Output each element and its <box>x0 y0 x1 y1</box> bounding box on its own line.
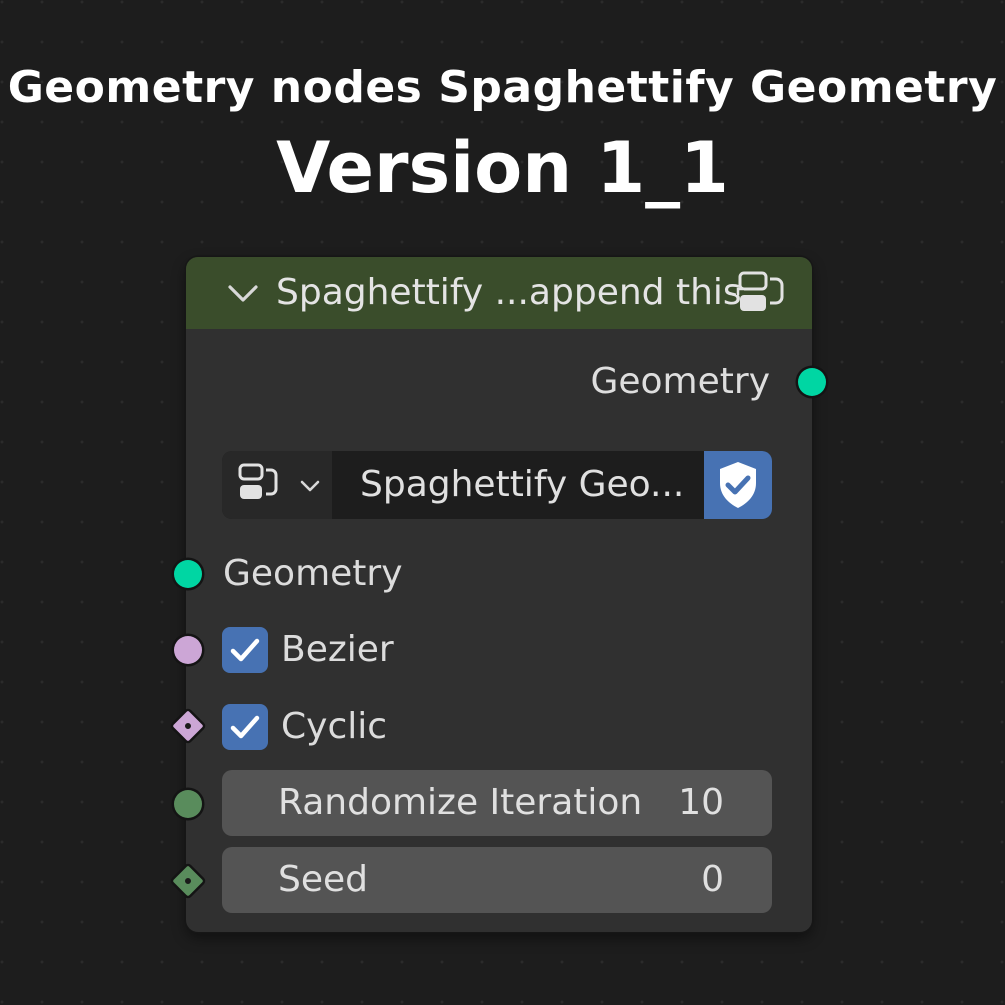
cyclic-label: Cyclic <box>281 706 388 747</box>
randomize-iteration-socket[interactable] <box>174 790 202 818</box>
node-header[interactable]: Spaghettify ...append this <box>186 257 812 329</box>
randomize-iteration-label: Randomize Iteration <box>278 782 643 823</box>
randomize-iteration-field[interactable]: Randomize Iteration 10 <box>222 770 772 836</box>
browse-node-group-button[interactable] <box>222 451 332 519</box>
fake-user-button[interactable] <box>704 451 772 519</box>
node-group-panel[interactable]: Spaghettify ...append this Geometry Spag… <box>172 257 826 932</box>
node-group-selector[interactable]: Spaghettify Geo... <box>222 451 772 519</box>
randomize-iteration-value: 10 <box>678 782 724 823</box>
chevron-down-icon[interactable] <box>226 281 260 305</box>
input-geometry-label: Geometry <box>223 553 403 594</box>
node-group-icon <box>238 463 278 499</box>
seed-value: 0 <box>701 859 724 900</box>
shield-check-icon <box>720 462 756 508</box>
seed-field[interactable]: Seed 0 <box>222 847 772 913</box>
banner-title: Geometry nodes Spaghettify Geometry <box>7 62 998 113</box>
output-geometry-socket[interactable] <box>798 368 826 396</box>
seed-label: Seed <box>278 859 368 900</box>
bezier-label: Bezier <box>281 629 394 670</box>
checkmark-icon <box>230 715 260 739</box>
node-group-name-field[interactable]: Spaghettify Geo... <box>334 451 704 519</box>
bezier-socket[interactable] <box>174 636 202 664</box>
output-geometry-label: Geometry <box>590 361 770 402</box>
node-group-icon <box>736 271 784 311</box>
cyclic-socket[interactable] <box>172 710 204 742</box>
cyclic-checkbox[interactable] <box>222 704 268 750</box>
bezier-checkbox[interactable] <box>222 627 268 673</box>
chevron-down-icon <box>300 480 320 492</box>
seed-socket[interactable] <box>172 865 204 897</box>
banner-version: Version 1_1 <box>276 127 729 209</box>
checkmark-icon <box>230 638 260 662</box>
input-geometry-socket[interactable] <box>174 560 202 588</box>
node-title: Spaghettify ...append this <box>276 272 742 313</box>
